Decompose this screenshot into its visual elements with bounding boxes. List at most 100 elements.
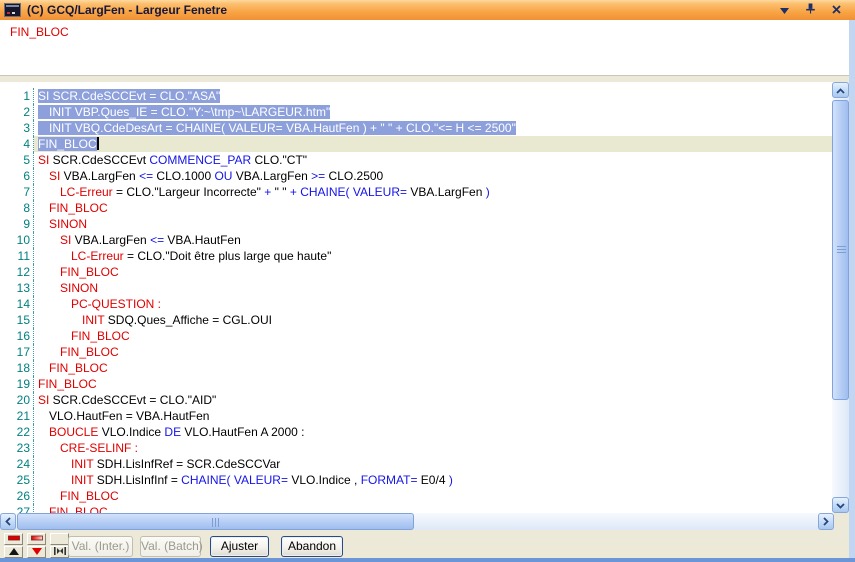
chevron-left-icon [5, 513, 11, 531]
application-window: (C) GCQ/LargFen - Largeur Fenetre [0, 0, 855, 562]
code-line[interactable]: 18FIN_BLOC [0, 360, 832, 376]
line-number: 12 [0, 264, 34, 280]
chevron-up-icon [836, 81, 845, 99]
code-line[interactable]: 23CRE-SELINF : [0, 440, 832, 456]
vertical-scrollbar[interactable] [832, 82, 849, 513]
ajuster-button[interactable]: Ajuster [210, 536, 269, 557]
line-number: 26 [0, 488, 34, 504]
code-line-content: FIN_BLOC [34, 504, 832, 513]
code-line[interactable]: 22BOUCLE VLO.Indice DE VLO.HautFen A 200… [0, 424, 832, 440]
line-number: 3 [0, 120, 34, 136]
close-button[interactable] [829, 3, 843, 17]
line-number: 19 [0, 376, 34, 392]
line-number: 22 [0, 424, 34, 440]
code-line[interactable]: 10SI VBA.LargFen <= VBA.HautFen [0, 232, 832, 248]
line-number: 23 [0, 440, 34, 456]
mini-button-up-triangle[interactable] [4, 546, 23, 558]
code-line-content: SI VBA.LargFen <= CLO.1000 OU VBA.LargFe… [34, 168, 832, 184]
line-number: 1 [0, 88, 34, 104]
scroll-up-button[interactable] [832, 82, 849, 98]
code-line[interactable]: 4 FIN_BLOC [0, 136, 832, 152]
line-number: 9 [0, 216, 34, 232]
bottom-toolbar: Val. (Inter.) Val. (Batch) Ajuster Aband… [0, 530, 849, 558]
menu-dropdown-button[interactable] [777, 3, 791, 17]
line-number: 21 [0, 408, 34, 424]
close-icon [832, 1, 841, 19]
code-line-content: INIT SDH.LisInfRef = SCR.CdeSCCVar [34, 456, 832, 472]
code-line[interactable]: 9SINON [0, 216, 832, 232]
top-panel-text: FIN_BLOC [10, 25, 69, 39]
code-line[interactable]: 2INIT VBP.Ques_IE = CLO."Y:~\tmp~\LARGEU… [0, 104, 832, 120]
line-number: 2 [0, 104, 34, 120]
code-line-content: SI SCR.CdeSCCEvt = CLO."ASA" [34, 88, 832, 104]
code-line[interactable]: 19FIN_BLOC [0, 376, 832, 392]
code-line[interactable]: 24INIT SDH.LisInfRef = SCR.CdeSCCVar [0, 456, 832, 472]
code-line[interactable]: 21VLO.HautFen = VBA.HautFen [0, 408, 832, 424]
code-line-content: FIN_BLOC [34, 376, 832, 392]
code-line[interactable]: 16FIN_BLOC [0, 328, 832, 344]
top-output-panel: FIN_BLOC [0, 20, 849, 76]
code-line-content: FIN_BLOC [34, 200, 832, 216]
line-number: 14 [0, 296, 34, 312]
code-line-content: FIN_BLOC [34, 264, 832, 280]
window-bottom-border [0, 558, 855, 562]
code-line[interactable]: 13SINON [0, 280, 832, 296]
abandon-button[interactable]: Abandon [281, 536, 343, 557]
code-line[interactable]: 17FIN_BLOC [0, 344, 832, 360]
code-line[interactable]: 6SI VBA.LargFen <= CLO.1000 OU VBA.LargF… [0, 168, 832, 184]
code-lines: 1SI SCR.CdeSCCEvt = CLO."ASA"2INIT VBP.Q… [0, 88, 832, 513]
selection-highlight: SI SCR.CdeSCCEvt = CLO."ASA" [38, 89, 220, 103]
code-line[interactable]: 25INIT SDH.LisInfInf = CHAINE( VALEUR= V… [0, 472, 832, 488]
code-line[interactable]: 27FIN_BLOC [0, 504, 832, 513]
text-caret [97, 137, 99, 150]
code-line[interactable]: 7LC-Erreur = CLO."Largeur Incorrecte" + … [0, 184, 832, 200]
line-number: 11 [0, 248, 34, 264]
line-number: 4 [0, 136, 34, 152]
code-line[interactable]: 1 SI SCR.CdeSCCEvt = CLO."ASA" [0, 88, 832, 104]
window-right-border [849, 20, 855, 558]
code-line[interactable]: 5SI SCR.CdeSCCEvt COMMENCE_PAR CLO."CT" [0, 152, 832, 168]
val-batch-button[interactable]: Val. (Batch) [140, 536, 201, 557]
line-number: 18 [0, 360, 34, 376]
titlebar-controls [777, 3, 855, 17]
code-line[interactable]: 12FIN_BLOC [0, 264, 832, 280]
code-line[interactable]: 20SI SCR.CdeSCCEvt = CLO."AID" [0, 392, 832, 408]
line-number: 15 [0, 312, 34, 328]
val-inter-button[interactable]: Val. (Inter.) [68, 536, 133, 557]
horizontal-scrollbar[interactable] [0, 513, 834, 530]
scrollbar-corner [834, 513, 849, 530]
code-line-content: BOUCLE VLO.Indice DE VLO.HautFen A 2000 … [34, 424, 832, 440]
code-line-content: INIT VBP.Ques_IE = CLO."Y:~\tmp~\LARGEUR… [34, 104, 832, 120]
mini-button-down-triangle[interactable] [27, 546, 46, 558]
line-number: 7 [0, 184, 34, 200]
chevron-right-icon [823, 513, 829, 531]
scroll-down-button[interactable] [832, 497, 849, 513]
line-number: 25 [0, 472, 34, 488]
code-line[interactable]: 14PC-QUESTION : [0, 296, 832, 312]
app-icon [4, 3, 21, 17]
code-line-content: FIN_BLOC [34, 328, 832, 344]
scroll-right-button[interactable] [818, 513, 834, 530]
code-line[interactable]: 8FIN_BLOC [0, 200, 832, 216]
scroll-left-button[interactable] [0, 513, 16, 530]
selection-highlight: FIN_BLOC [38, 137, 97, 151]
pin-button[interactable] [803, 3, 817, 17]
code-line[interactable]: 3INIT VBQ.CdeDesArt = CHAINE( VALEUR= VB… [0, 120, 832, 136]
line-number: 8 [0, 200, 34, 216]
code-line-content: INIT SDQ.Ques_Affiche = CGL.OUI [34, 312, 832, 328]
code-line-content: SI SCR.CdeSCCEvt COMMENCE_PAR CLO."CT" [34, 152, 832, 168]
code-line-content: SI VBA.LargFen <= VBA.HautFen [34, 232, 832, 248]
line-number: 20 [0, 392, 34, 408]
thumb-grip [837, 246, 846, 255]
mini-button-opposing-arrows[interactable] [50, 546, 69, 558]
vertical-scroll-thumb[interactable] [832, 100, 849, 400]
code-line[interactable]: 26FIN_BLOC [0, 488, 832, 504]
code-line[interactable]: 15INIT SDQ.Ques_Affiche = CGL.OUI [0, 312, 832, 328]
code-line-content: FIN_BLOC [34, 344, 832, 360]
code-line-content: CRE-SELINF : [34, 440, 832, 456]
code-line[interactable]: 11LC-Erreur = CLO."Doit être plus large … [0, 248, 832, 264]
code-line-content: FIN_BLOC [34, 136, 832, 152]
code-editor[interactable]: 1SI SCR.CdeSCCEvt = CLO."ASA"2INIT VBP.Q… [0, 82, 832, 513]
code-line-content: VLO.HautFen = VBA.HautFen [34, 408, 832, 424]
horizontal-scroll-thumb[interactable] [17, 513, 414, 530]
